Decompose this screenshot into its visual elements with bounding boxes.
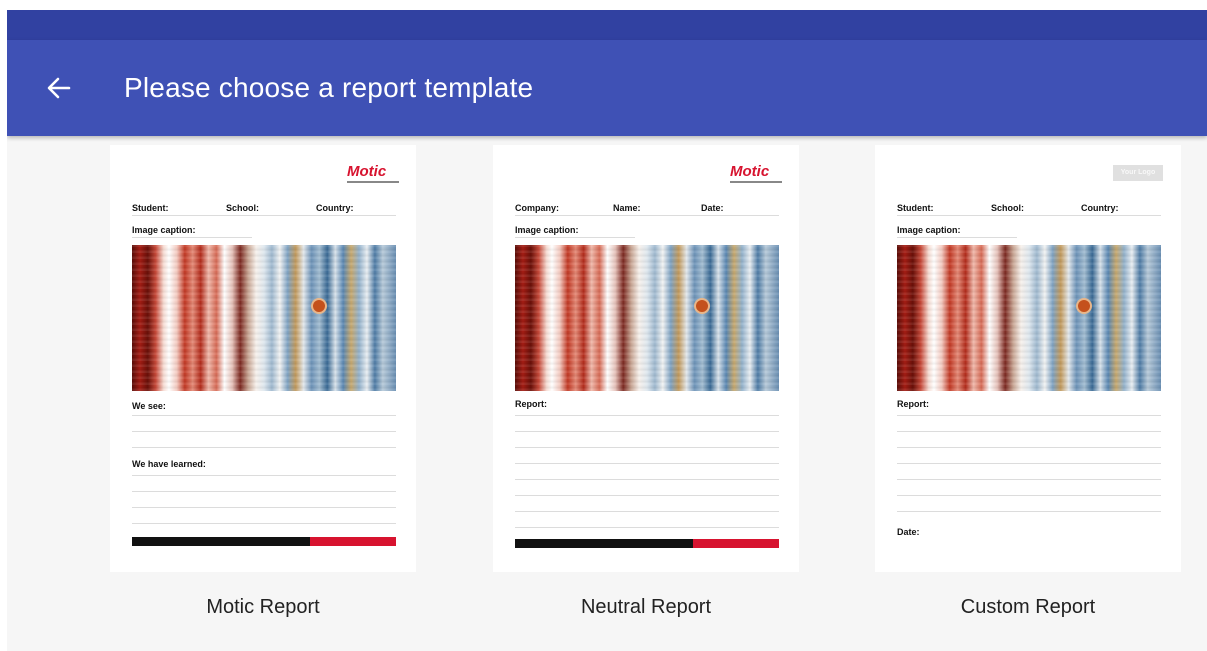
divider: [132, 475, 396, 476]
report-preview: Your Logo Student: School: Country: Imag…: [875, 145, 1181, 572]
field-label: Student:: [897, 203, 934, 213]
status-bar: [7, 10, 1207, 40]
divider: [897, 463, 1161, 464]
logo-underline: [730, 181, 782, 183]
divider: [897, 415, 1161, 416]
divider: [132, 523, 396, 524]
divider: [897, 431, 1161, 432]
logo-placeholder: Your Logo: [1113, 165, 1163, 181]
arrow-left-icon: [47, 77, 71, 99]
image-caption-label: Image caption:: [897, 225, 961, 235]
field-label: Country:: [1081, 203, 1119, 213]
footer-bar: [132, 537, 310, 546]
divider: [132, 431, 396, 432]
divider: [515, 463, 779, 464]
field-label: Company:: [515, 203, 560, 213]
template-card-motic[interactable]: Motic Student: School: Country: Image ca…: [110, 145, 416, 572]
date-label: Date:: [897, 527, 920, 537]
app-bar: Please choose a report template: [7, 40, 1207, 136]
divider: [515, 495, 779, 496]
template-card-custom[interactable]: Your Logo Student: School: Country: Imag…: [875, 145, 1181, 572]
footer-link-bar: [310, 537, 396, 546]
page-title: Please choose a report template: [124, 72, 534, 103]
divider: [132, 447, 396, 448]
report-preview: Motic Student: School: Country: Image ca…: [110, 145, 416, 572]
template-caption-motic[interactable]: Motic Report: [110, 596, 416, 619]
divider: [515, 479, 779, 480]
image-caption-label: Image caption:: [515, 225, 579, 235]
template-caption-custom[interactable]: Custom Report: [875, 596, 1181, 619]
micrograph-image: [897, 245, 1161, 391]
divider: [515, 447, 779, 448]
footer-link-bar: [693, 539, 779, 548]
divider: [515, 527, 779, 528]
field-label: Name:: [613, 203, 641, 213]
template-caption-neutral[interactable]: Neutral Report: [493, 596, 799, 619]
report-preview: Motic Company: Name: Date: Image caption…: [493, 145, 799, 572]
divider: [132, 215, 396, 216]
field-label: School:: [991, 203, 1024, 213]
divider: [897, 215, 1161, 216]
footer-bar: [515, 539, 693, 548]
app-window: Please choose a report template Motic St…: [7, 10, 1207, 651]
section-label: Report:: [515, 399, 547, 409]
micrograph-image: [132, 245, 396, 391]
divider: [515, 431, 779, 432]
field-label: School:: [226, 203, 259, 213]
field-label: Date:: [701, 203, 724, 213]
divider: [132, 491, 396, 492]
back-button[interactable]: [41, 70, 77, 106]
template-card-neutral[interactable]: Motic Company: Name: Date: Image caption…: [493, 145, 799, 572]
field-label: Country:: [316, 203, 354, 213]
section-label: Report:: [897, 399, 929, 409]
motic-logo: Motic: [730, 163, 770, 180]
field-label: Student:: [132, 203, 169, 213]
micrograph-image: [515, 245, 779, 391]
divider: [132, 237, 252, 238]
divider: [897, 511, 1161, 512]
divider: [515, 511, 779, 512]
divider: [132, 507, 396, 508]
logo-underline: [347, 181, 399, 183]
divider: [897, 447, 1161, 448]
section-label: We see:: [132, 401, 166, 411]
divider: [515, 237, 635, 238]
section-label: We have learned:: [132, 459, 206, 469]
divider: [897, 237, 1017, 238]
motic-logo: Motic: [347, 163, 387, 180]
divider: [515, 415, 779, 416]
divider: [515, 215, 779, 216]
divider: [897, 479, 1161, 480]
image-caption-label: Image caption:: [132, 225, 196, 235]
divider: [897, 495, 1161, 496]
divider: [132, 415, 396, 416]
